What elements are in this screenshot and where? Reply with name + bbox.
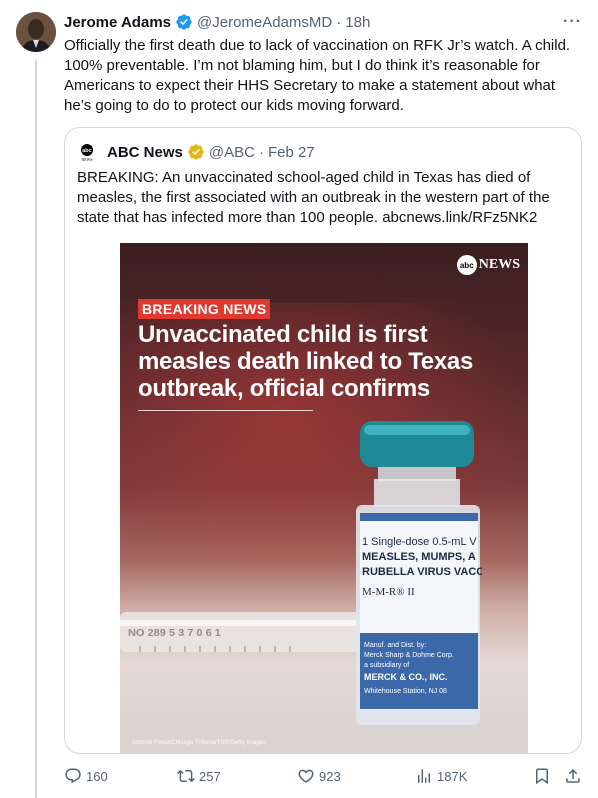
quote-author-name[interactable]: ABC News xyxy=(107,144,183,161)
bookmark-button[interactable] xyxy=(533,767,551,785)
abc-logo-avatar[interactable]: abc NEWS xyxy=(77,142,97,162)
svg-text:NEWS: NEWS xyxy=(81,157,92,162)
separator: · xyxy=(258,143,264,161)
share-icon xyxy=(566,768,580,783)
abc-news-badge: abc NEWS xyxy=(456,255,520,275)
retweet-button[interactable]: 257 xyxy=(177,767,221,785)
thread-line xyxy=(35,60,37,798)
vial-maker-2: Merck Sharp & Dohme Corp. xyxy=(364,652,454,659)
reply-button[interactable]: 160 xyxy=(64,767,108,785)
syringe-image: NO 289 5 3 7 0 6 1 xyxy=(120,612,360,652)
svg-text:NO 289 5 3 7 0 6 1: NO 289 5 3 7 0 6 1 xyxy=(128,628,221,638)
views-icon xyxy=(418,769,430,783)
retweet-count: 257 xyxy=(199,768,221,784)
share-button[interactable] xyxy=(564,767,582,785)
media-headline: Unvaccinated child is first measles deat… xyxy=(138,321,473,402)
like-count: 923 xyxy=(319,768,341,784)
verified-badge-icon xyxy=(175,13,193,31)
tweet-time[interactable]: 18h xyxy=(345,14,370,31)
separator: · xyxy=(336,13,342,31)
abc-badge-text: NEWS xyxy=(478,257,520,272)
bookmark-icon xyxy=(536,768,548,785)
svg-text:abc: abc xyxy=(82,148,91,154)
vial-maker-3: a subsidiary of xyxy=(364,662,409,669)
vial-line-4: M-M-R® II xyxy=(362,586,415,598)
author-name[interactable]: Jerome Adams xyxy=(64,14,171,31)
headline-divider xyxy=(138,410,313,411)
tweet-text: Officially the first death due to lack o… xyxy=(64,37,571,114)
tweet-header: Jerome Adams @JeromeAdamsMD · 18h ··· xyxy=(64,12,582,32)
verified-badge-icon xyxy=(187,143,205,161)
vial-maker-5: Whitehouse Station, NJ 08 xyxy=(364,688,447,695)
photo-credit: Antonio Perez/Chicago Tribune/TNS/Getty … xyxy=(132,740,267,746)
vial-maker-4: MERCK & CO., INC. xyxy=(364,672,448,682)
vial-line-1: 1 Single-dose 0.5-mL V xyxy=(362,536,477,548)
quote-author-handle[interactable]: @ABC xyxy=(209,144,255,161)
author-handle[interactable]: @JeromeAdamsMD xyxy=(197,14,332,31)
like-icon xyxy=(298,769,314,783)
tweet-actions: 160 257 923 187K xyxy=(64,766,584,786)
vial-maker-1: Manuf. and Dist. by: xyxy=(364,642,426,649)
quote-text: BREAKING: An unvaccinated school-aged ch… xyxy=(77,168,571,228)
avatar[interactable] xyxy=(16,12,56,52)
retweet-icon xyxy=(177,769,195,783)
vial-line-3: RUBELLA VIRUS VACC xyxy=(362,566,482,578)
abc-circle-logo: abc xyxy=(456,255,477,275)
views-count: 187K xyxy=(437,768,468,784)
quote-date[interactable]: Feb 27 xyxy=(268,144,315,161)
more-icon[interactable]: ··· xyxy=(563,13,582,31)
reply-count: 160 xyxy=(86,768,108,784)
reply-icon xyxy=(65,768,81,784)
like-button[interactable]: 923 xyxy=(297,767,341,785)
media-image[interactable]: NO 289 5 3 7 0 6 1 1 Single-dose 0.5-mL … xyxy=(120,243,528,753)
vaccine-vial-image: 1 Single-dose 0.5-mL V MEASLES, MUMPS, A… xyxy=(356,421,482,725)
views-button[interactable]: 187K xyxy=(415,767,467,785)
quote-header: abc NEWS ABC News @ABC · Feb 27 xyxy=(77,141,315,163)
quote-link[interactable]: abcnews.link/RFz5NK2 xyxy=(382,209,537,226)
quoted-tweet[interactable]: abc NEWS ABC News @ABC · Feb 27 BREAKING… xyxy=(64,127,582,754)
breaking-news-label: BREAKING NEWS xyxy=(138,299,271,319)
vial-line-2: MEASLES, MUMPS, A xyxy=(362,551,476,563)
